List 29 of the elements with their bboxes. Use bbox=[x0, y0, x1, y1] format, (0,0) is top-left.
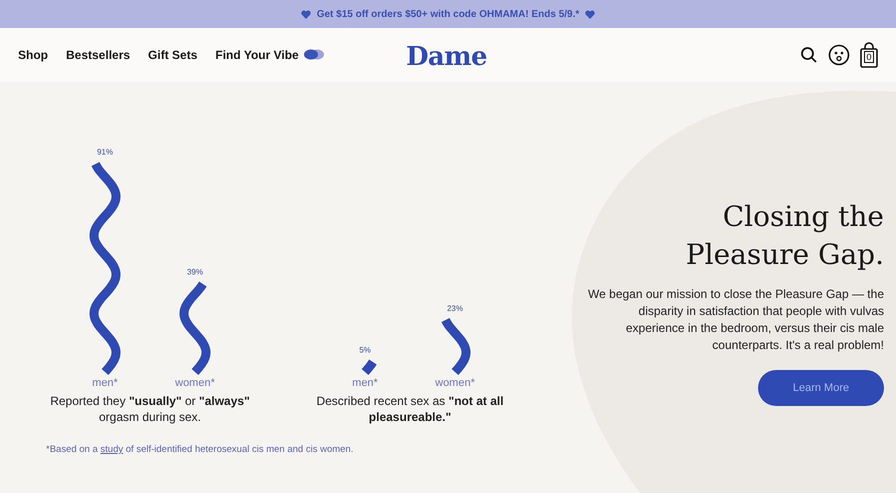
chat-bubbles-icon bbox=[302, 49, 325, 61]
hero-body: We began our mission to close the Pleasure Gap — the disparity in satisfaction that people with vulvas experience in the bedroom, versus their cis male counterparts. It's a real problem! bbox=[587, 286, 884, 354]
group-label: women* bbox=[435, 377, 475, 389]
study-link[interactable]: study bbox=[100, 444, 124, 455]
percent-label: 39% bbox=[187, 267, 203, 276]
group-label: women* bbox=[175, 377, 215, 389]
nav-link[interactable]: Find Your Vibe bbox=[215, 46, 299, 64]
stat-caption: Described recent sex as "not at all pleasureable." bbox=[315, 393, 505, 425]
wavy-bar bbox=[441, 318, 471, 375]
wavy-bar bbox=[362, 360, 377, 376]
heart-icon bbox=[300, 10, 311, 18]
footnote: *Based on a study of self-identified heterosexual cis men and cis women. bbox=[46, 443, 354, 457]
group-label: men* bbox=[352, 377, 378, 389]
brand-logo[interactable]: Dame bbox=[406, 38, 487, 77]
percent-label: 5% bbox=[359, 346, 371, 354]
promo-text: Get $15 off orders $50+ with code OHMAMA! Ends 5/9.* bbox=[316, 8, 580, 22]
face-icon[interactable] bbox=[828, 44, 850, 66]
learn-more-button[interactable]: Learn More bbox=[758, 370, 884, 406]
nav-link[interactable]: Gift Sets bbox=[148, 46, 198, 64]
nav-link[interactable]: Shop bbox=[18, 46, 48, 64]
cart-count: 0 bbox=[864, 51, 874, 63]
heart-icon bbox=[585, 10, 596, 18]
stat-caption: Reported they "usually" or "always" orgasm during sex. bbox=[49, 393, 251, 425]
group-label: men* bbox=[92, 377, 118, 389]
search-icon[interactable] bbox=[800, 46, 818, 64]
percent-label: 91% bbox=[97, 148, 113, 157]
percent-label: 23% bbox=[447, 304, 463, 314]
nav-link[interactable]: Bestsellers bbox=[66, 46, 130, 64]
hero-title: Closing the Pleasure Gap. bbox=[684, 199, 884, 273]
